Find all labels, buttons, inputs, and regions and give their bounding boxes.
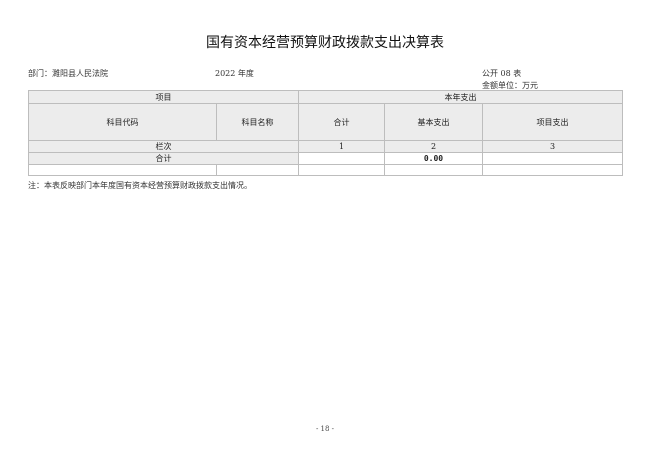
form-code-label: 公开 08 表: [482, 69, 522, 78]
empty-cell: [384, 164, 483, 176]
header-total: 合计: [298, 103, 385, 141]
page-number: - 18 -: [315, 425, 335, 433]
total-basic-cell: 0.00: [384, 152, 483, 165]
row-total-label: 合计: [28, 152, 299, 165]
total-project-cell: [482, 152, 623, 165]
header-group-current-year: 本年支出: [298, 90, 623, 104]
year-label: 2022 年度: [215, 69, 254, 78]
lanci-2: 2: [384, 140, 483, 153]
row-lanci-label: 栏次: [28, 140, 299, 153]
header-basic-expenditure: 基本支出: [384, 103, 483, 141]
header-subject-name: 科目名称: [216, 103, 299, 141]
empty-cell: [28, 164, 217, 176]
header-group-item: 项目: [28, 90, 299, 104]
lanci-1: 1: [298, 140, 385, 153]
table-note: 注：本表反映部门本年度国有资本经营预算财政拨款支出情况。: [28, 181, 252, 190]
empty-cell: [298, 164, 385, 176]
department-label: 部门：濉阳县人民法院: [28, 69, 108, 78]
total-total-cell: [298, 152, 385, 165]
empty-cell: [482, 164, 623, 176]
header-project-expenditure: 项目支出: [482, 103, 623, 141]
page-title: 国有资本经营预算财政拨款支出决算表: [206, 35, 444, 51]
empty-cell: [216, 164, 299, 176]
lanci-3: 3: [482, 140, 623, 153]
expenditure-table: 项目 本年支出 科目代码 科目名称 合计 基本支出 项目支出 栏次 1 2 3 …: [28, 90, 623, 176]
header-subject-code: 科目代码: [28, 103, 217, 141]
